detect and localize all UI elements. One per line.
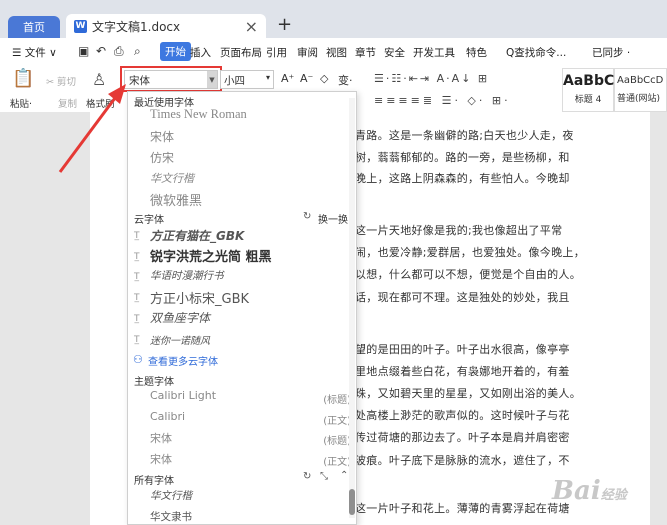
wps-writer-icon: W <box>74 19 87 33</box>
document-text-line: 以想，什么都可以不想，便觉是个自由的人。 <box>355 268 581 281</box>
tab-document-title: 文字文稿1.docx <box>92 19 181 34</box>
new-tab-button[interactable]: + <box>277 14 292 35</box>
document-text-line: 里地点缀着些白花，有袅娜地开着的，有羞 <box>355 365 570 378</box>
pinyin-button[interactable]: 变· <box>338 72 353 88</box>
font-item[interactable]: 宋体 <box>150 128 174 145</box>
document-text-line: 传过荷塘的那边去了。叶子本是肩并肩密密 <box>355 431 570 444</box>
tab-document[interactable]: W 文字文稿1.docx × <box>66 14 266 38</box>
style-preview: AaBbC <box>563 73 615 89</box>
clear-format-button[interactable]: ◇ <box>320 72 328 85</box>
font-tag: (正文) <box>323 457 351 468</box>
font-size-select[interactable]: 小四 ▾ <box>220 70 274 89</box>
list-controls[interactable]: ☰·☷·⇤⇥ A·A↓ ⊞ <box>374 72 489 85</box>
cloud-font-icon: T̲ <box>134 335 140 345</box>
watermark-logo: Bai经验 <box>552 476 627 506</box>
more-cloud-fonts-link[interactable]: 查看更多云字体 <box>148 353 218 368</box>
preview-icon[interactable]: ⌕ <box>134 44 141 59</box>
font-tag: (标题) <box>323 436 351 447</box>
document-text-line: 话，现在都可不理。这是独处的妙处，我且 <box>355 291 570 304</box>
cloud-font-item[interactable]: 迷你一诺随风 <box>150 332 210 347</box>
paste-icon[interactable]: 📋 <box>12 68 34 89</box>
save-icon[interactable]: ▣ <box>78 44 89 58</box>
font-item[interactable]: 宋体 <box>150 451 172 467</box>
cloud-font-item[interactable]: 方正小标宋_GBK <box>150 288 249 307</box>
font-item[interactable]: 微软雅黑 <box>150 190 202 209</box>
style-label: 普通(网站) <box>617 94 661 104</box>
menu-references[interactable]: 引用 <box>266 45 287 60</box>
cloud-more-icon: ⚇ <box>133 353 143 366</box>
font-tag: (标题) <box>323 395 351 406</box>
refresh-icon[interactable]: ↻ <box>303 471 311 482</box>
close-tab-icon[interactable]: × <box>245 17 258 36</box>
style-label: 标题 4 <box>574 95 602 105</box>
tab-home[interactable]: 首页 <box>8 16 60 38</box>
font-item[interactable]: Calibri Light <box>150 389 216 402</box>
refresh-icon[interactable]: ↻ <box>303 211 311 222</box>
style-heading4[interactable]: AaBbC 标题 4 <box>562 68 614 112</box>
dropdown-scrollbar[interactable] <box>349 98 355 518</box>
document-text-line: 望的是田田的叶子。叶子出水很高，像亭亭 <box>355 343 570 356</box>
menu-view[interactable]: 视图 <box>326 45 347 60</box>
theme-fonts-header: 主题字体 <box>134 377 174 388</box>
document-text-line: 这一片天地好像是我的;我也像超出了平常 <box>355 224 563 237</box>
document-text-line: 珠，又如碧天里的星星，又如刚出浴的美人。 <box>355 387 581 400</box>
document-text-line: 青路。这是一条幽僻的路;白天也少人走，夜 <box>355 129 574 142</box>
cloud-font-icon: T̲ <box>134 231 140 241</box>
menu-developer[interactable]: 开发工具 <box>413 45 455 60</box>
align-controls[interactable]: ≡≡≡≡≣ ☰· ◇· ⊞· <box>374 94 511 107</box>
style-preview: AaBbCcD <box>617 75 664 86</box>
menu-insert[interactable]: 插入 <box>190 45 211 60</box>
font-item[interactable]: 仿宋 <box>150 149 174 166</box>
menu-chapter[interactable]: 章节 <box>355 45 376 60</box>
swap-cloud-fonts-button[interactable]: 换一换 <box>318 211 348 226</box>
style-normal-web[interactable]: AaBbCcD 普通(网站) <box>614 68 667 112</box>
print-icon[interactable]: ⎙ <box>114 44 124 59</box>
font-item[interactable]: Calibri <box>150 410 185 423</box>
menu-page-layout[interactable]: 页面布局 <box>220 45 262 60</box>
cloud-font-icon: T̲ <box>134 272 140 282</box>
search-command[interactable]: Q查找命令... <box>506 45 566 60</box>
document-text-line: 闹，也爱冷静;爱群居，也爱独处。像今晚上， <box>355 246 586 259</box>
undo-icon[interactable]: ↶ <box>96 44 106 58</box>
all-fonts-header: 所有字体 <box>134 476 174 487</box>
cloud-font-item[interactable]: 方正有猫在_GBK <box>150 227 244 244</box>
collapse-icon[interactable]: ⤡ <box>320 471 328 482</box>
menu-special[interactable]: 特色 <box>466 45 487 60</box>
chevron-down-icon: ▾ <box>265 73 270 82</box>
cloud-font-icon: T̲ <box>134 293 140 303</box>
cloud-font-item[interactable]: 锐字洪荒之光简 粗黑 <box>150 246 272 265</box>
document-text-line: 晚上，这路上阴森森的，有些怕人。今晚却 <box>355 172 570 185</box>
sync-status[interactable]: 已同步 · <box>592 45 630 60</box>
cloud-fonts-header: 云字体 <box>134 215 164 226</box>
font-item[interactable]: Times New Roman <box>150 107 247 122</box>
grow-font-button[interactable]: A⁺ <box>281 72 294 85</box>
menu-security[interactable]: 安全 <box>384 45 405 60</box>
scrollbar-thumb[interactable] <box>349 489 355 515</box>
font-item[interactable]: 华文行楷 <box>150 170 194 186</box>
cloud-font-icon: T̲ <box>134 252 140 262</box>
cloud-font-icon: T̲ <box>134 314 140 324</box>
font-item[interactable]: 华文隶书 <box>150 509 192 524</box>
menu-review[interactable]: 审阅 <box>297 45 318 60</box>
shrink-font-button[interactable]: A⁻ <box>300 72 313 85</box>
cloud-font-item[interactable]: 华语时漫潮行书 <box>150 268 224 283</box>
document-text-line: 处高楼上渺茫的歌声似的。这时候叶子与花 <box>355 409 570 422</box>
font-item[interactable]: 宋体 <box>150 430 172 446</box>
file-menu[interactable]: ☰ 文件 ∨ <box>12 45 57 60</box>
font-tag: (正文) <box>323 416 351 427</box>
cloud-font-item[interactable]: 双鱼座字体 <box>150 309 210 326</box>
font-size-value: 小四 <box>224 75 245 87</box>
menu-start[interactable]: 开始 <box>160 42 191 61</box>
chevron-up-icon[interactable]: ⌃ <box>340 470 348 481</box>
document-text-line: 树，蓊蓊郁郁的。路的一旁，是些杨柳，和 <box>355 151 570 164</box>
document-text-line: 这一片叶子和花上。薄薄的青雾浮起在荷塘 <box>355 502 570 515</box>
paste-button[interactable]: 粘贴· <box>10 96 32 110</box>
menu-bar: ☰ 文件 ∨ ▣ ↶ ⎙ ⌕ 开始 插入 页面布局 引用 审阅 视图 章节 安全… <box>0 38 667 67</box>
document-text-line: 波痕。叶子底下是脉脉的流水，遮住了，不 <box>355 454 570 467</box>
font-item[interactable]: 华文行楷 <box>150 488 192 503</box>
